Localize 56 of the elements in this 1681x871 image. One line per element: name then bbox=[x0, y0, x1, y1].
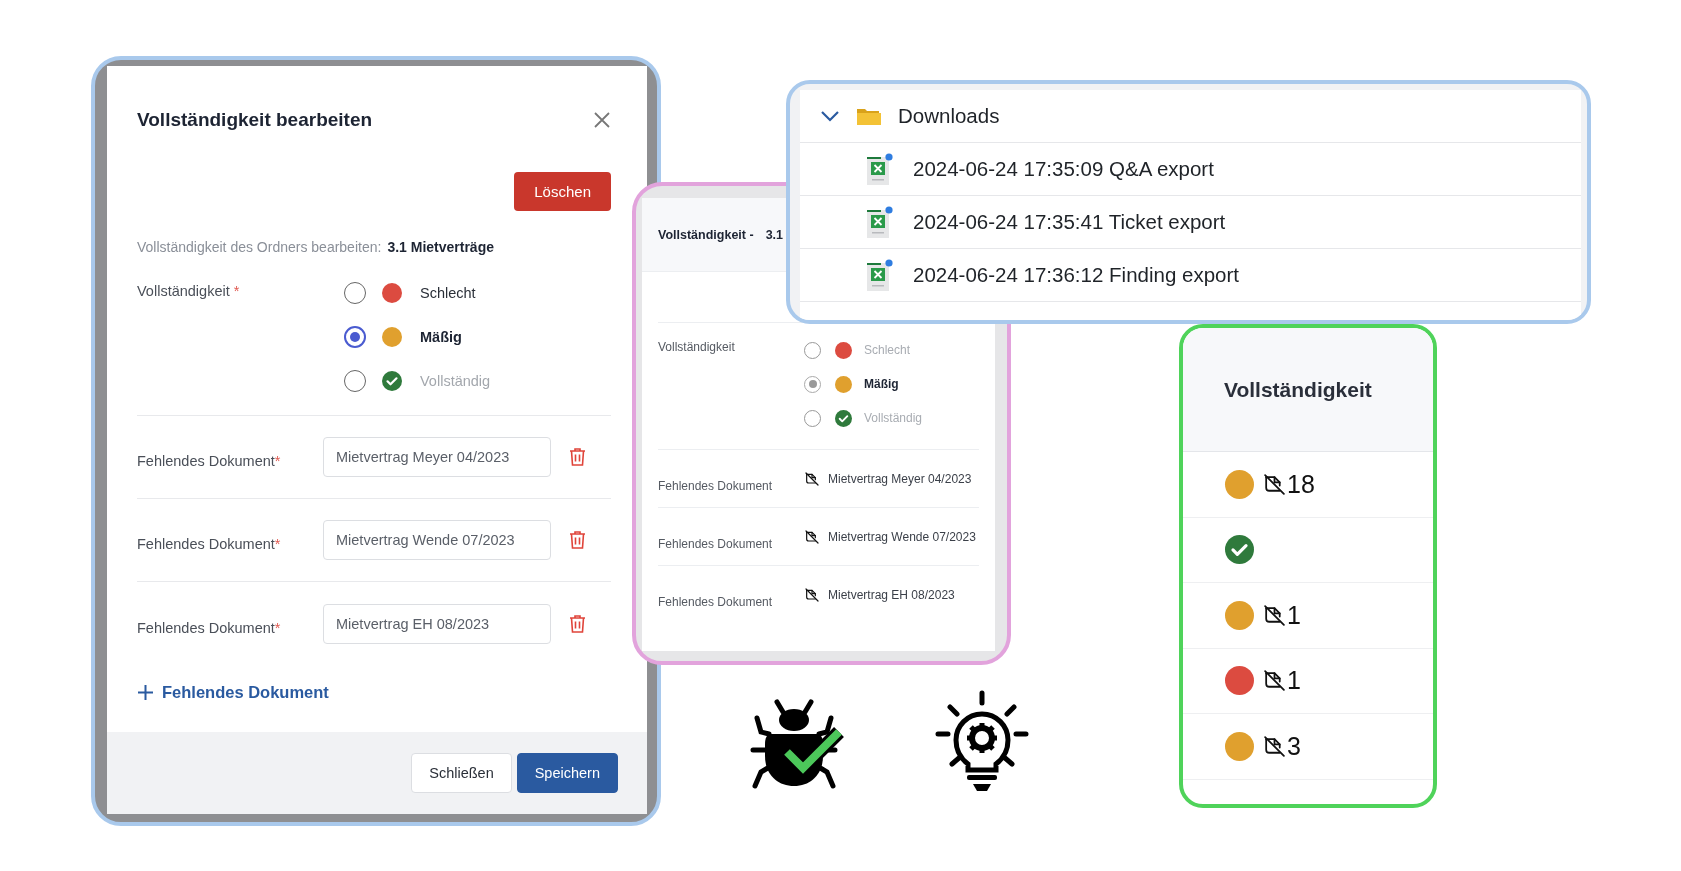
file-name[interactable]: 2024-06-24 17:36:12 Finding export bbox=[913, 263, 1239, 287]
trash-icon[interactable] bbox=[569, 613, 586, 634]
missing-count: 1 bbox=[1287, 600, 1301, 630]
file-off-icon bbox=[1262, 471, 1287, 497]
missing-count: 3 bbox=[1287, 731, 1301, 761]
field-label: Fehlendes Dokument* bbox=[137, 452, 282, 469]
option-label: Mäßig bbox=[864, 377, 899, 391]
field-label: Fehlendes Dokument* bbox=[137, 535, 282, 552]
folder-name: 3.1 bbox=[765, 227, 783, 242]
document-name: Mietvertrag EH 08/2023 bbox=[828, 587, 956, 603]
document-name: Mietvertrag Meyer 04/2023 bbox=[828, 470, 973, 487]
option-label: Vollständig bbox=[864, 411, 923, 425]
input-field[interactable]: Mietvertrag EH 08/2023 bbox=[323, 603, 551, 644]
field-label: Fehlendes Dokument bbox=[658, 477, 774, 493]
chevron-down-icon[interactable] bbox=[820, 110, 840, 122]
file-off-icon bbox=[804, 470, 820, 487]
input-field[interactable]: Mietvertrag Wende 07/2023 bbox=[323, 520, 551, 560]
add-document-link[interactable]: Fehlendes Dokument bbox=[137, 683, 329, 702]
dialog-title: Vollständigkeit bearbeiten bbox=[137, 109, 373, 131]
file-off-icon bbox=[1262, 602, 1287, 628]
column-header: Vollständigkeit bbox=[1183, 328, 1433, 452]
folder-name[interactable]: Downloads bbox=[898, 104, 1000, 128]
field-label: Fehlendes Dokument bbox=[658, 594, 774, 609]
file-name[interactable]: 2024-06-24 17:35:09 Q&A export bbox=[913, 157, 1214, 181]
spreadsheet-file-icon bbox=[867, 259, 893, 291]
document-name: Mietvertrag Wende 07/2023 bbox=[828, 528, 976, 545]
field-label: Fehlendes Dokument bbox=[658, 535, 774, 551]
field-label: Vollständigkeit bbox=[658, 339, 736, 356]
field-label: Vollständigkeit * bbox=[137, 282, 241, 301]
file-off-icon bbox=[1262, 733, 1287, 759]
file-off-icon bbox=[1262, 668, 1287, 694]
missing-count: 1 bbox=[1287, 666, 1301, 696]
spreadsheet-file-icon bbox=[867, 206, 893, 238]
save-button[interactable]: Speichern bbox=[516, 753, 618, 793]
option-label: Vollständig bbox=[420, 373, 491, 389]
lightbulb-gear-icon bbox=[935, 690, 1029, 794]
trash-icon[interactable] bbox=[569, 530, 586, 550]
folder-icon bbox=[856, 106, 882, 126]
option-label: Schlecht bbox=[864, 343, 911, 357]
file-off-icon bbox=[804, 528, 820, 545]
close-button[interactable]: Schließen bbox=[411, 753, 512, 793]
file-off-icon bbox=[804, 587, 820, 603]
option-label: Schlecht bbox=[420, 285, 476, 301]
folder-info-text: Vollständigkeit des Ordners bearbeiten: 3.1 Mietverträge bbox=[137, 239, 495, 255]
field-label: Fehlendes Dokument* bbox=[137, 618, 282, 636]
missing-count: 18 bbox=[1287, 469, 1315, 499]
input-field[interactable]: Mietvertrag Meyer 04/2023 bbox=[323, 437, 551, 477]
file-name[interactable]: 2024-06-24 17:35:41 Ticket export bbox=[913, 210, 1226, 234]
option-label: Mäßig bbox=[420, 329, 462, 345]
radio-button[interactable] bbox=[344, 326, 366, 348]
panel-title: Vollständigkeit - bbox=[658, 227, 754, 242]
plus-icon bbox=[137, 684, 154, 701]
close-icon[interactable] bbox=[593, 111, 611, 129]
spreadsheet-file-icon bbox=[867, 153, 893, 185]
trash-icon[interactable] bbox=[569, 447, 586, 467]
delete-button[interactable]: Löschen bbox=[514, 172, 611, 211]
